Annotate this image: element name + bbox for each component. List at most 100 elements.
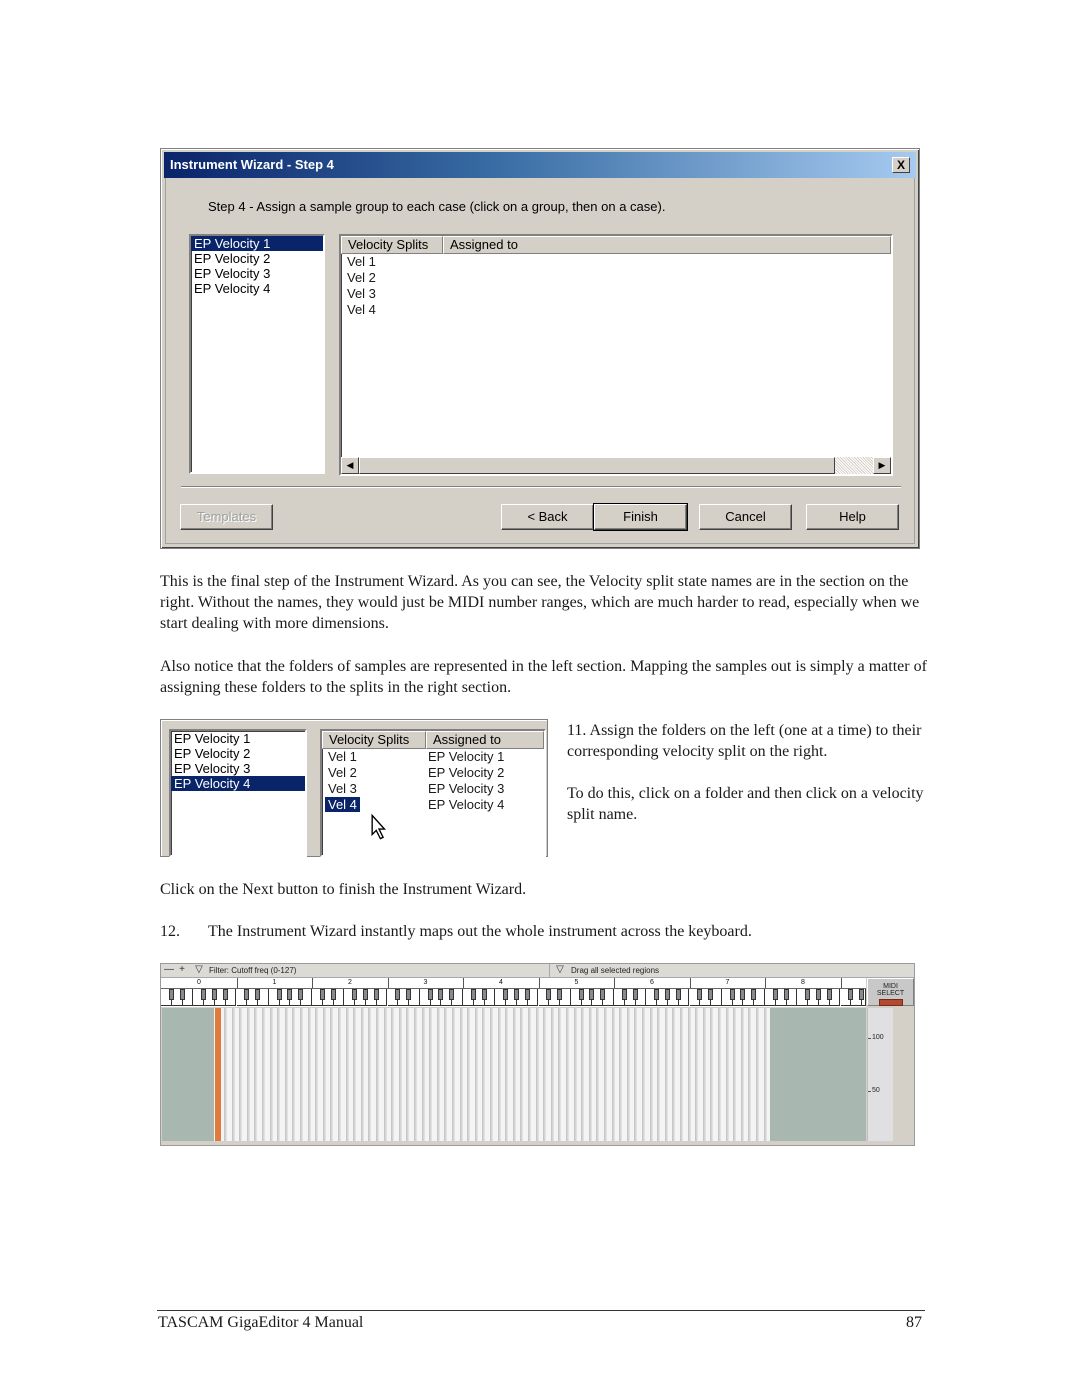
- black-key[interactable]: [675, 989, 681, 1000]
- black-key[interactable]: [815, 989, 821, 1000]
- black-key[interactable]: [546, 989, 552, 1000]
- drag-dropdown-icon[interactable]: ▽: [555, 965, 565, 975]
- split-name[interactable]: Vel 1: [341, 254, 443, 270]
- black-key[interactable]: [395, 989, 401, 1000]
- split-name[interactable]: Vel 4: [341, 302, 443, 318]
- group-item[interactable]: EP Velocity 4: [191, 281, 323, 296]
- split-name[interactable]: Vel 2: [322, 765, 426, 781]
- split-name[interactable]: Vel 2: [341, 270, 443, 286]
- horizontal-scrollbar[interactable]: ◀ ▶: [341, 457, 891, 474]
- black-key[interactable]: [729, 989, 735, 1000]
- black-key[interactable]: [427, 989, 433, 1000]
- scroll-track[interactable]: [835, 457, 873, 474]
- black-key[interactable]: [373, 989, 379, 1000]
- black-key[interactable]: [438, 989, 444, 1000]
- black-key[interactable]: [168, 989, 174, 1000]
- black-key[interactable]: [481, 989, 487, 1000]
- scroll-right-icon[interactable]: ▶: [873, 457, 891, 474]
- black-key[interactable]: [740, 989, 746, 1000]
- column-header-assigned-to[interactable]: Assigned to: [443, 236, 891, 254]
- black-key[interactable]: [298, 989, 304, 1000]
- scroll-thumb[interactable]: [359, 457, 835, 474]
- black-key[interactable]: [255, 989, 261, 1000]
- split-name-selected[interactable]: Vel 4: [325, 797, 360, 812]
- split-name[interactable]: Vel 1: [322, 749, 426, 765]
- scroll-left-icon[interactable]: ◀: [341, 457, 359, 474]
- plus-icon[interactable]: +: [177, 965, 187, 975]
- group-item-selected[interactable]: EP Velocity 4: [171, 776, 305, 791]
- black-key[interactable]: [697, 989, 703, 1000]
- midi-select-button[interactable]: MIDI SELECT: [867, 978, 914, 1006]
- close-icon[interactable]: X: [892, 157, 910, 173]
- black-key[interactable]: [319, 989, 325, 1000]
- black-key[interactable]: [557, 989, 563, 1000]
- black-key[interactable]: [578, 989, 584, 1000]
- column-header-velocity-splits[interactable]: Velocity Splits: [322, 731, 426, 749]
- black-key[interactable]: [783, 989, 789, 1000]
- split-name[interactable]: Vel 3: [341, 286, 443, 302]
- black-key[interactable]: [513, 989, 519, 1000]
- black-key[interactable]: [589, 989, 595, 1000]
- split-name[interactable]: Vel 3: [322, 781, 426, 797]
- table-row[interactable]: Vel 3: [341, 286, 891, 302]
- sample-groups-list[interactable]: EP Velocity 1 EP Velocity 2 EP Velocity …: [169, 729, 307, 857]
- help-button[interactable]: Help: [806, 504, 899, 530]
- group-item[interactable]: EP Velocity 1: [191, 236, 323, 251]
- black-key[interactable]: [805, 989, 811, 1000]
- black-key[interactable]: [211, 989, 217, 1000]
- table-row[interactable]: Vel 4: [341, 302, 891, 318]
- black-key[interactable]: [406, 989, 412, 1000]
- filter-dropdown-icon[interactable]: ▽: [194, 965, 204, 975]
- black-key[interactable]: [470, 989, 476, 1000]
- table-row[interactable]: Vel 3 EP Velocity 3: [322, 781, 544, 797]
- group-item[interactable]: EP Velocity 1: [171, 731, 305, 746]
- black-key[interactable]: [664, 989, 670, 1000]
- table-row[interactable]: Vel 2: [341, 270, 891, 286]
- black-key[interactable]: [449, 989, 455, 1000]
- black-key[interactable]: [362, 989, 368, 1000]
- black-key[interactable]: [772, 989, 778, 1000]
- velocity-splits-table[interactable]: Velocity Splits Assigned to Vel 1 Vel 2 …: [339, 234, 893, 476]
- black-key[interactable]: [600, 989, 606, 1000]
- table-row[interactable]: Vel 2 EP Velocity 2: [322, 765, 544, 781]
- filter-label[interactable]: Filter: Cutoff freq (0-127): [209, 964, 296, 977]
- group-item[interactable]: EP Velocity 3: [171, 761, 305, 776]
- black-key[interactable]: [287, 989, 293, 1000]
- drag-regions-label[interactable]: Drag all selected regions: [571, 964, 659, 977]
- templates-button[interactable]: Templates: [180, 504, 273, 530]
- black-key[interactable]: [621, 989, 627, 1000]
- black-key[interactable]: [201, 989, 207, 1000]
- finish-button[interactable]: Finish: [593, 503, 688, 531]
- black-key[interactable]: [632, 989, 638, 1000]
- black-key[interactable]: [751, 989, 757, 1000]
- region-canvas[interactable]: [162, 1008, 866, 1141]
- group-item[interactable]: EP Velocity 3: [191, 266, 323, 281]
- piano-keyboard[interactable]: [161, 989, 866, 1007]
- black-key[interactable]: [654, 989, 660, 1000]
- black-key[interactable]: [276, 989, 282, 1000]
- minus-icon[interactable]: —: [164, 965, 174, 975]
- velocity-splits-table[interactable]: Velocity Splits Assigned to Vel 1 EP Velo…: [320, 729, 546, 857]
- group-item[interactable]: EP Velocity 2: [191, 251, 323, 266]
- black-key[interactable]: [222, 989, 228, 1000]
- black-key[interactable]: [179, 989, 185, 1000]
- black-key[interactable]: [352, 989, 358, 1000]
- black-key[interactable]: [708, 989, 714, 1000]
- table-row[interactable]: Vel 4 EP Velocity 4: [322, 797, 544, 813]
- black-key[interactable]: [244, 989, 250, 1000]
- sample-groups-list[interactable]: EP Velocity 1 EP Velocity 2 EP Velocity …: [189, 234, 325, 474]
- column-header-assigned-to[interactable]: Assigned to: [426, 731, 544, 749]
- table-row[interactable]: Vel 1 EP Velocity 1: [322, 749, 544, 765]
- black-key[interactable]: [826, 989, 832, 1000]
- black-key[interactable]: [330, 989, 336, 1000]
- black-key[interactable]: [848, 989, 854, 1000]
- back-button[interactable]: < Back: [501, 504, 594, 530]
- black-key[interactable]: [524, 989, 530, 1000]
- black-key[interactable]: [503, 989, 509, 1000]
- cancel-button[interactable]: Cancel: [699, 504, 792, 530]
- column-header-velocity-splits[interactable]: Velocity Splits: [341, 236, 443, 254]
- range-marker[interactable]: [215, 1008, 221, 1141]
- table-row[interactable]: Vel 1: [341, 254, 891, 270]
- black-key[interactable]: [859, 989, 865, 1000]
- group-item[interactable]: EP Velocity 2: [171, 746, 305, 761]
